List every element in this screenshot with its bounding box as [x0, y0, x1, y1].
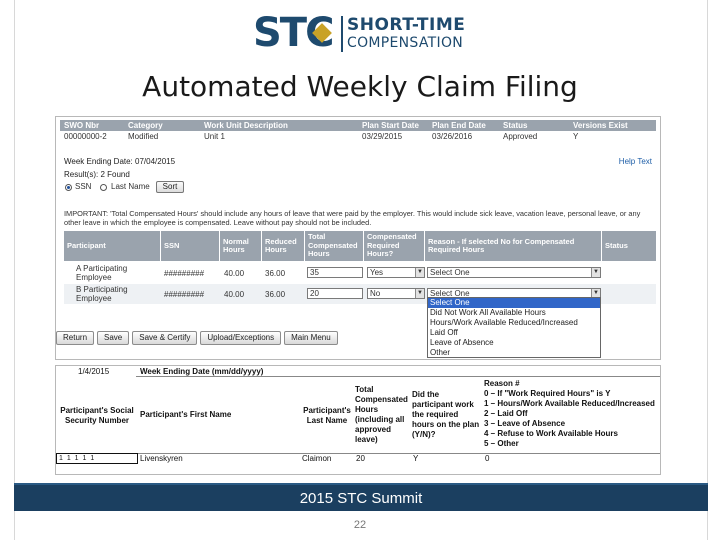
sort-last-name-label: Last Name: [111, 182, 150, 191]
slide-title: Automated Weekly Claim Filing: [142, 70, 578, 103]
summary-cell: 03/26/2016: [432, 132, 473, 141]
important-note: IMPORTANT: 'Total Compensated Hours' sho…: [64, 209, 641, 227]
col-ssn-header: Participant's Social Security Number: [60, 406, 134, 425]
summary-cell: 03/29/2015: [362, 132, 403, 141]
action-button-bar: Return Save Save & Certify Upload/Except…: [56, 331, 341, 345]
claim-filing-screen: SWO Nbr Category Work Unit Description P…: [55, 116, 661, 360]
week-ending-label: Week Ending Date: 07/04/2015: [64, 157, 176, 166]
participants-header: Status: [602, 231, 656, 261]
save-certify-button[interactable]: Save & Certify: [132, 331, 198, 345]
upload-exceptions-button[interactable]: Upload/Exceptions: [200, 331, 282, 345]
total-hours-input[interactable]: 35: [307, 267, 363, 278]
total-hours-cell: 20: [356, 454, 365, 463]
first-name-cell: Livenskyren: [140, 454, 183, 463]
reduced-hours: 36.00: [265, 290, 286, 299]
reason-value: Select One: [430, 268, 470, 277]
participants-header: Reason - If selected No for Compensated …: [425, 231, 601, 261]
participant-name: A Participating Employee: [76, 264, 128, 282]
summary-header: Status: [503, 121, 528, 130]
sort-button[interactable]: Sort: [156, 181, 184, 193]
summary-header: Plan End Date: [432, 121, 486, 130]
summary-cell: Unit 1: [204, 132, 225, 141]
dropdown-option[interactable]: Leave of Absence: [428, 338, 600, 348]
stc-logo: STC SHORT-TIME COMPENSATION: [253, 10, 465, 58]
participants-header: Normal Hours: [220, 231, 261, 261]
required-hours-value: No: [370, 289, 381, 298]
reduced-hours: 36.00: [265, 269, 286, 278]
logo-line-1: SHORT-TIME: [347, 15, 466, 35]
dropdown-option[interactable]: Laid Off: [428, 328, 600, 338]
logo-wordmark: SHORT-TIME COMPENSATION: [341, 16, 465, 52]
stc-logo-mark: STC: [253, 10, 337, 56]
ssn-cell-selected[interactable]: 1 1 1 1 1: [56, 453, 138, 464]
dropdown-option[interactable]: Did Not Work All Available Hours: [428, 308, 600, 318]
save-button[interactable]: Save: [97, 331, 130, 345]
summary-cell: Modified: [128, 132, 159, 141]
participant-row: A Participating Employee ######### 40.00…: [64, 263, 656, 283]
sort-last-name-radio[interactable]: [100, 184, 107, 191]
normal-hours: 40.00: [224, 290, 245, 299]
col-last-name-header: Participant's Last Name: [303, 406, 351, 425]
reason-cell: 0: [485, 454, 490, 463]
participants-header: Total Compensated Hours: [305, 231, 363, 261]
upload-template-sheet: 1/4/2015 Week Ending Date (mm/dd/yyyy) P…: [55, 365, 661, 475]
col-first-name-header: Participant's First Name: [140, 410, 232, 419]
summary-header-row: SWO Nbr Category Work Unit Description P…: [60, 120, 656, 131]
participant-ssn: #########: [164, 269, 205, 278]
main-menu-button[interactable]: Main Menu: [284, 331, 338, 345]
normal-hours: 40.00: [224, 269, 245, 278]
divider: [136, 376, 660, 377]
summary-cell: Y: [573, 132, 579, 141]
summary-row[interactable]: 00000000-2 Modified Unit 1 03/29/2015 03…: [60, 131, 656, 142]
required-hours-select[interactable]: No ▼: [367, 288, 425, 299]
footer-bar: 2015 STC Summit: [14, 483, 708, 511]
summary-header: Plan Start Date: [362, 121, 419, 130]
summary-cell: Approved: [503, 132, 538, 141]
dropdown-option[interactable]: Select One: [428, 298, 600, 308]
help-text-link[interactable]: Help Text: [619, 157, 652, 166]
summary-header: SWO Nbr: [64, 121, 100, 130]
required-hours-value: Yes: [370, 268, 384, 277]
page-number: 22: [353, 519, 367, 531]
last-name-cell: Claimon: [302, 454, 332, 463]
col-required-header: Did the participant work the required ho…: [412, 390, 480, 439]
participants-header: Compensated Required Hours?: [364, 231, 424, 261]
participants-header: SSN: [161, 231, 219, 261]
total-hours-input[interactable]: 20: [307, 288, 363, 299]
dropdown-option[interactable]: Hours/Work Available Reduced/Increased: [428, 318, 600, 328]
chevron-down-icon: ▼: [415, 289, 424, 298]
chevron-down-icon: ▼: [591, 268, 600, 277]
summary-header: Category: [128, 121, 163, 130]
participants-header: Reduced Hours: [262, 231, 304, 261]
col-reason-header: Reason # 0 – If "Work Required Hours" is…: [484, 379, 655, 448]
col-total-hours-header: Total Compensated Hours (including all a…: [355, 385, 408, 444]
required-hours-select[interactable]: Yes ▼: [367, 267, 425, 278]
template-date-value: 1/4/2015: [78, 367, 110, 376]
reason-select[interactable]: Select One ▼: [427, 267, 601, 278]
participant-ssn: #########: [164, 290, 205, 299]
required-cell: Y: [413, 454, 419, 463]
summary-header: Work Unit Description: [204, 121, 288, 130]
summary-cell: 00000000-2: [64, 132, 107, 141]
sort-ssn-radio[interactable]: [65, 184, 72, 191]
sort-ssn-label: SSN: [75, 182, 92, 191]
results-count: Result(s): 2 Found: [64, 170, 130, 179]
summary-header: Versions Exist: [573, 121, 628, 130]
chevron-down-icon: ▼: [415, 268, 424, 277]
participants-header: Participant: [64, 231, 160, 261]
return-button[interactable]: Return: [56, 331, 95, 345]
participant-name: B Participating Employee: [76, 285, 128, 303]
dropdown-option[interactable]: Other: [428, 348, 600, 358]
reason-dropdown-list: Select One Did Not Work All Available Ho…: [427, 297, 601, 358]
logo-line-2: COMPENSATION: [347, 35, 464, 51]
